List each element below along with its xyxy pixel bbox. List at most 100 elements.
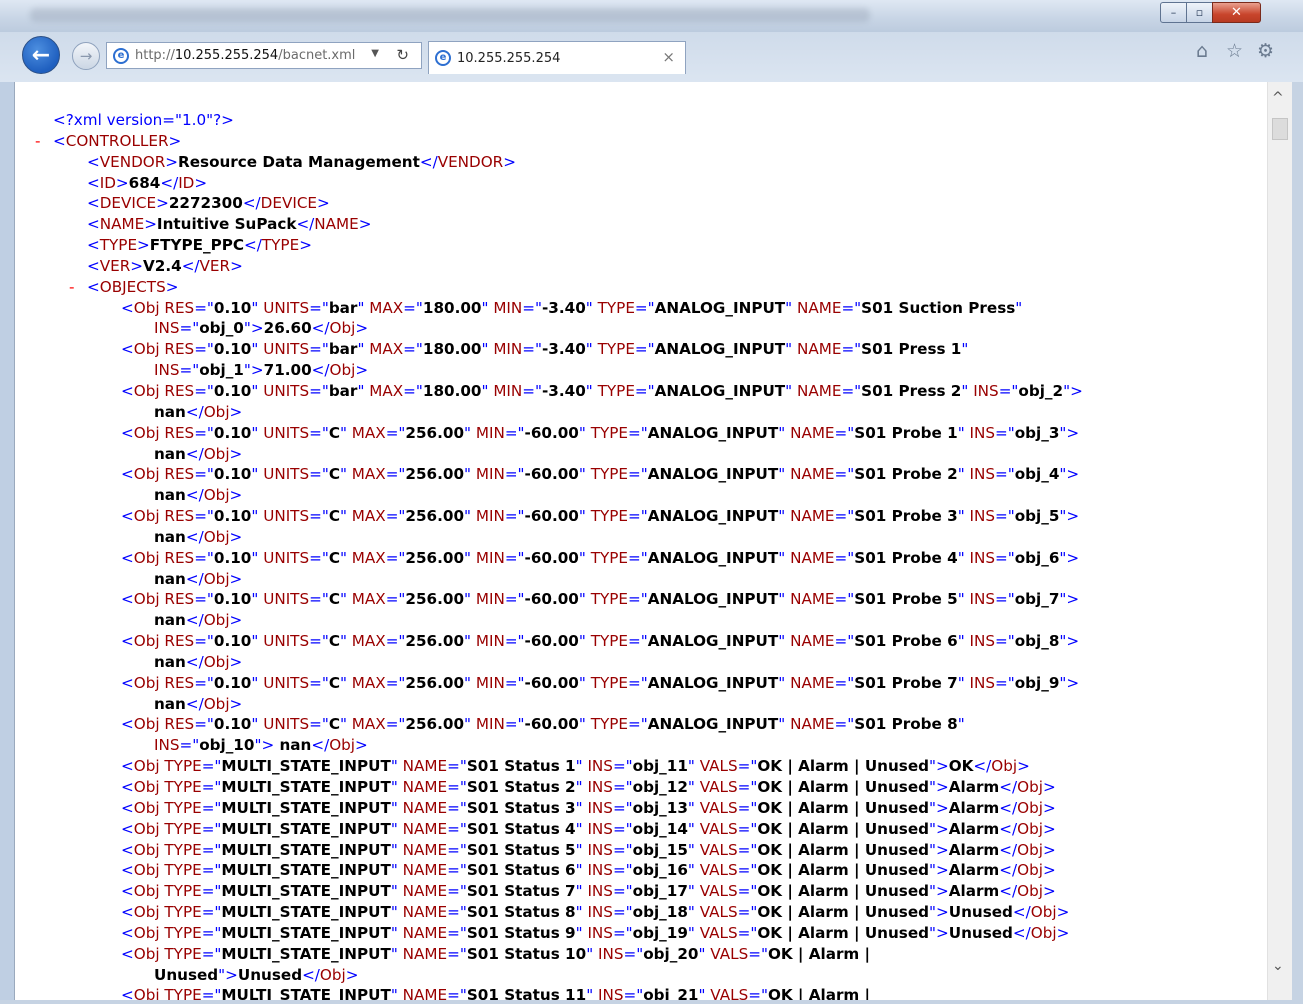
obj-value: 71.00 [263, 361, 312, 380]
attr-value: OK | Alarm | Unused [757, 757, 929, 776]
attr-value: C [328, 465, 340, 484]
xml-token: =" [995, 507, 1015, 526]
xml-token: > [261, 736, 275, 755]
xml-token: RES [159, 507, 195, 526]
xml-token: Obj [1017, 798, 1043, 817]
analog-obj-cont: nan</Obj> [15, 444, 1255, 465]
xml-token: NAME [785, 423, 835, 442]
xml-token: =" [385, 590, 406, 609]
xml-token: " [575, 861, 583, 880]
xml-token: NAME [785, 465, 835, 484]
xml-token: Obj [203, 402, 230, 421]
xml-token: NAME [397, 903, 448, 922]
controller-open: - <CONTROLLER> [15, 131, 1255, 152]
xml-token: " [929, 923, 936, 942]
refresh-icon[interactable]: ↻ [396, 46, 409, 64]
attr-value: C [328, 590, 340, 609]
collapse-toggle[interactable]: - [35, 131, 40, 152]
home-icon[interactable]: ⌂ [1196, 40, 1208, 62]
xml-token: =" [194, 715, 214, 734]
xml-token: NAME [397, 819, 448, 838]
xml-token: =" [309, 673, 329, 692]
settings-gear-icon[interactable]: ⚙ [1257, 40, 1274, 62]
attr-value: 256.00 [405, 715, 465, 734]
attr-value: OK | Alarm | Unused [757, 840, 929, 859]
analog-obj-cont: INS="obj_10"> nan</Obj> [15, 735, 1255, 756]
attr-value: ANALOG_INPUT [654, 340, 786, 359]
minimize-button[interactable]: – [1160, 2, 1187, 23]
xml-token: Obj [329, 361, 356, 380]
close-window-button[interactable]: ✕ [1212, 2, 1261, 23]
xml-token: > [936, 819, 949, 838]
xml-token: </ [1012, 923, 1031, 942]
obj-value: Alarm [948, 882, 1000, 901]
xml-token: =" [737, 757, 758, 776]
xml-token: =" [522, 298, 542, 317]
analog-obj-line: <Obj RES="0.10" UNITS="C" MAX="256.00" M… [15, 423, 1255, 444]
favorites-star-icon[interactable]: ☆ [1226, 40, 1243, 62]
xml-token: INS [582, 778, 613, 796]
xml-token: INS [582, 861, 613, 880]
xml-token: MAX [364, 298, 404, 317]
dropdown-icon[interactable]: ▼ [371, 48, 379, 59]
xml-token: VALS [694, 840, 738, 859]
xml-token: Obj [1030, 903, 1057, 922]
xml-token: =" [737, 861, 758, 880]
xml-token: < [121, 590, 134, 609]
address-bar[interactable]: e http://10.255.255.254/bacnet.xml ▼ ↻ [106, 42, 422, 69]
xml-token: Obj [1017, 861, 1043, 880]
xml-token: NAME [785, 715, 835, 734]
xml-token: =" [504, 632, 525, 651]
xml-token: < [87, 277, 100, 296]
attr-value: 0.10 [213, 632, 252, 651]
xml-token: =" [504, 465, 525, 484]
xml-token: MAX [346, 632, 386, 651]
xml-token: =" [309, 548, 329, 567]
xml-token: =" [612, 840, 633, 859]
analog-obj-line: <Obj RES="0.10" UNITS="C" MAX="256.00" M… [15, 589, 1255, 610]
xml-token: =" [834, 632, 855, 651]
xml-token: " [687, 903, 695, 922]
xml-token: < [121, 632, 134, 651]
xml-token: Obj [133, 298, 160, 317]
xml-viewer: <?xml version="1.0"?> - <CONTROLLER> <VENDO… [14, 82, 1268, 1004]
attr-value: S01 Probe 5 [854, 590, 958, 609]
xml-token: " [929, 757, 936, 776]
analog-obj-cont: nan</Obj> [15, 569, 1255, 590]
xml-token: Obj [133, 778, 160, 796]
close-icon[interactable]: × [662, 48, 675, 66]
xml-token: UNITS [258, 632, 310, 651]
xml-token: > [1066, 548, 1080, 567]
forward-arrow-icon[interactable]: → [72, 42, 100, 70]
attr-value: obj_3 [1014, 423, 1060, 442]
scroll-up-icon[interactable]: ^ [1272, 90, 1284, 106]
xml-token: " [578, 632, 586, 651]
xml-token: NAME [792, 340, 842, 359]
xml-token: Obj [203, 444, 230, 463]
back-arrow-icon[interactable]: ← [22, 36, 60, 74]
scroll-down-icon[interactable]: ⌄ [1272, 958, 1284, 974]
attr-value: 180.00 [422, 298, 482, 317]
attr-value: -60.00 [524, 590, 579, 609]
xml-token: TYPE [159, 757, 202, 776]
multi-obj-line: <Obj TYPE="MULTI_STATE_INPUT" NAME="S01 … [15, 840, 1255, 861]
tab-active[interactable]: e 10.255.255.254 × [428, 41, 686, 74]
attr-value: 0.10 [213, 548, 252, 567]
maximize-button[interactable]: ▫ [1186, 2, 1213, 23]
scroll-thumb[interactable] [1272, 118, 1288, 140]
xml-token: =" [194, 507, 214, 526]
vertical-scrollbar[interactable]: ^ ⌄ [1267, 82, 1292, 1004]
analog-obj-line: <Obj RES="0.10" UNITS="C" MAX="256.00" M… [15, 673, 1255, 694]
xml-token: < [121, 944, 134, 963]
xml-token: =" [623, 944, 644, 963]
xml-token: =" [385, 465, 406, 484]
xml-token: DEVICE [260, 194, 318, 213]
xml-token: OBJECTS [99, 277, 166, 296]
xml-token: > [229, 527, 243, 546]
xml-token: =" [995, 590, 1015, 609]
xml-token: " [390, 819, 398, 838]
xml-token: < [121, 923, 134, 942]
xml-token: " [578, 465, 586, 484]
xml-token: < [121, 715, 134, 734]
collapse-toggle[interactable]: - [69, 277, 74, 298]
